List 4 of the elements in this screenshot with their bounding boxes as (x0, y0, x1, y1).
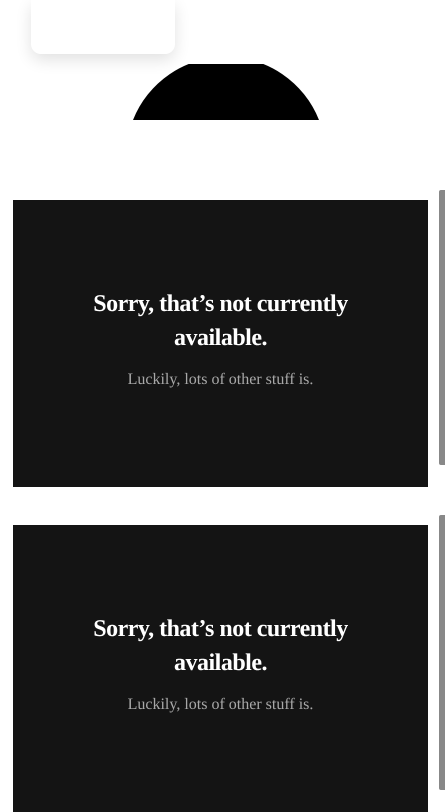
error-title: Sorry, that’s not currently available. (92, 614, 349, 678)
error-message: Luckily, lots of other stuff is. (128, 370, 314, 388)
error-title: Sorry, that’s not currently available. (92, 290, 349, 352)
error-message: Luckily, lots of other stuff is. (128, 696, 314, 714)
